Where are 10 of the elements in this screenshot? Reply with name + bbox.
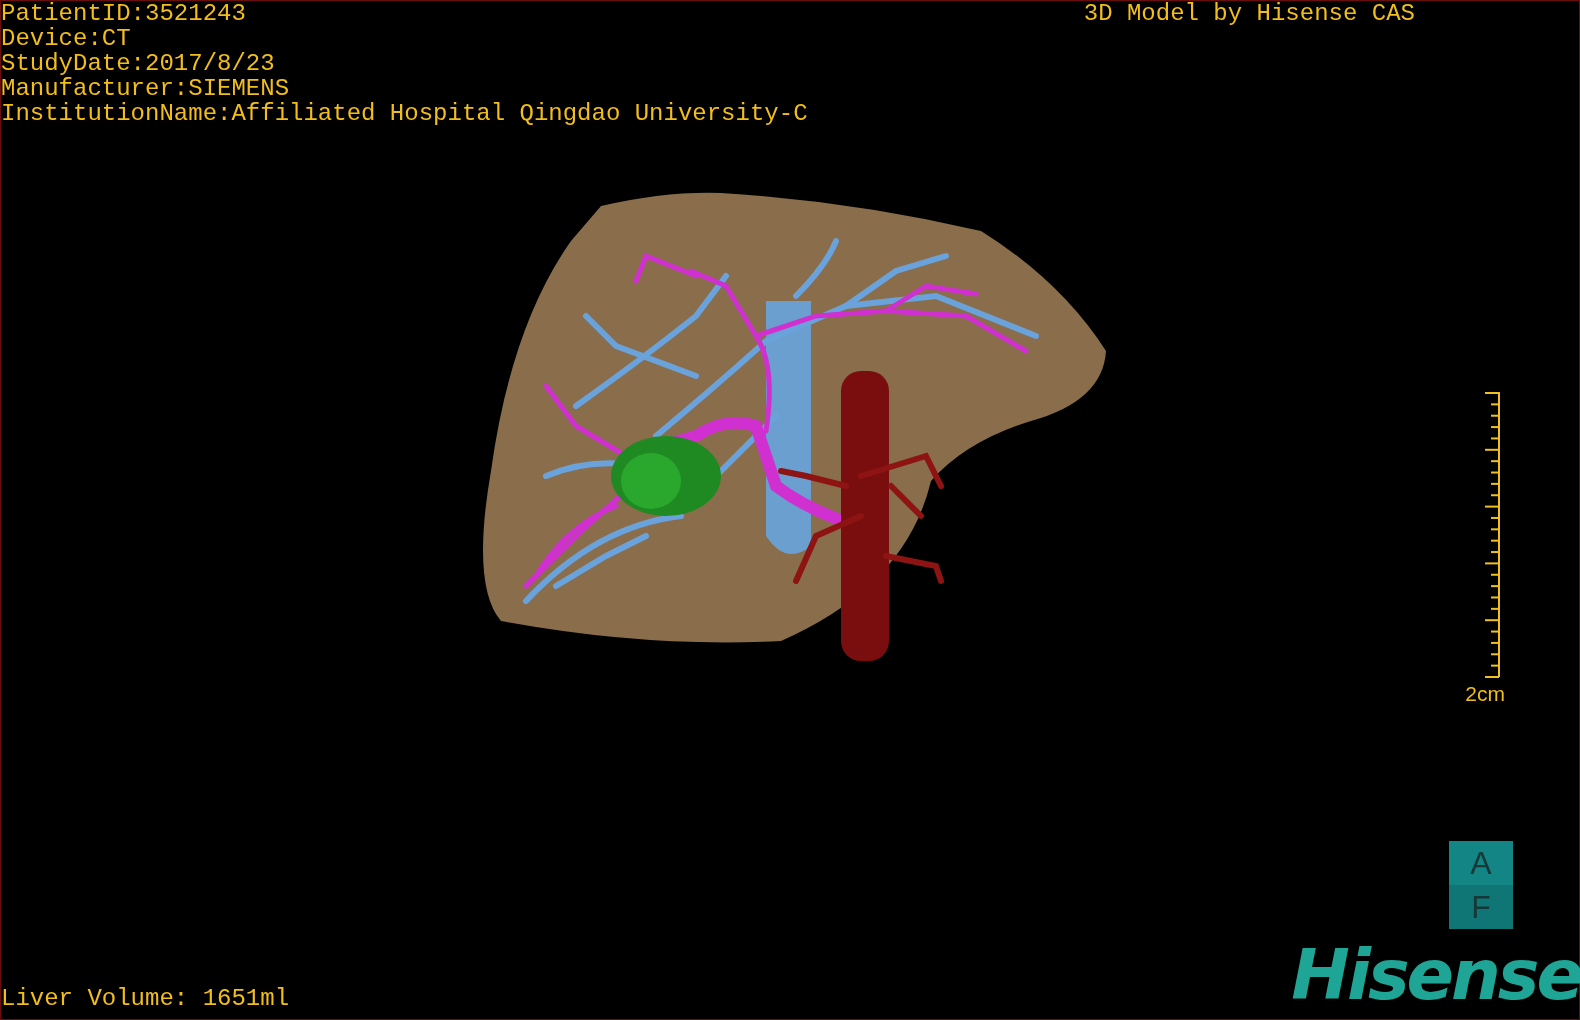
study-info-text: StudyDate:2017/8/23 xyxy=(1,51,276,76)
study-info-text: Manufacturer:SIEMENS xyxy=(1,76,291,101)
credit-text: 3D Model by Hisense CAS xyxy=(1083,1,1415,26)
study-info-text: Device:CT xyxy=(1,26,132,51)
study-info-text: InstitutionName:Affiliated Hospital Qingdao University-C xyxy=(1,101,808,126)
orientation-label: A xyxy=(1449,841,1513,885)
orientation-label: F xyxy=(1449,885,1513,929)
liver-volume-text: Liver Volume: 1651ml xyxy=(1,986,290,1011)
scale-label: 2cm xyxy=(1465,682,1505,706)
study-info-text: PatientID:3521243 xyxy=(1,1,247,26)
